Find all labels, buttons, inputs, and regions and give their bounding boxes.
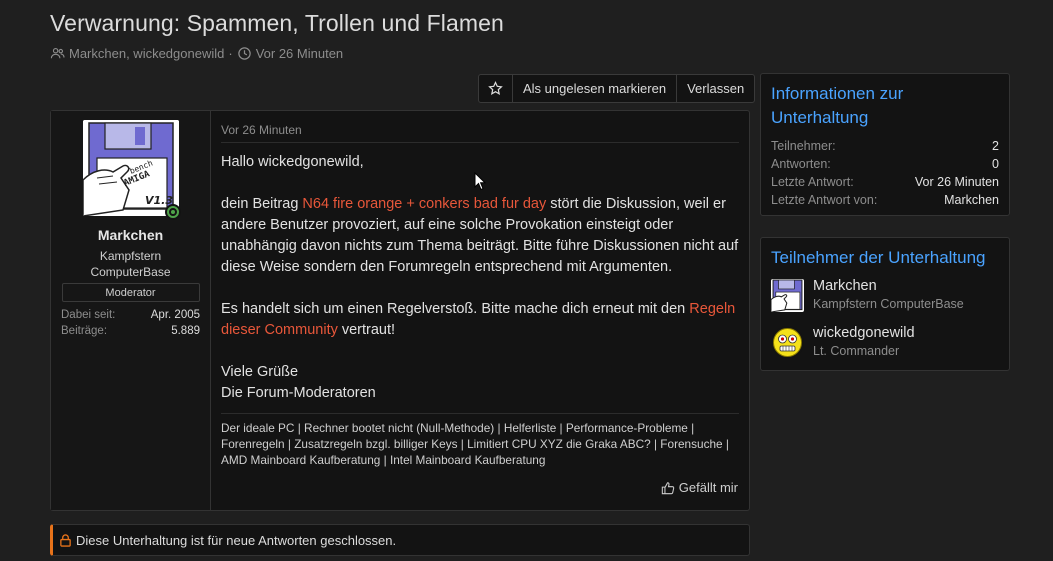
thumbs-up-icon — [661, 481, 675, 494]
info-block-title: Informationen zur Unterhaltung — [771, 84, 904, 127]
signature[interactable]: Der ideale PC | Rechner bootet nicht (Nu… — [221, 413, 739, 468]
author-name[interactable]: Markchen — [98, 227, 163, 243]
mark-unread-button[interactable]: Als ungelesen markieren — [513, 75, 678, 102]
participant-avatar[interactable] — [771, 279, 804, 312]
participant-item: wickedgonewild Lt. Commander — [771, 323, 999, 360]
paragraph-2: Es handelt sich um einen Regelverstoß. B… — [221, 301, 736, 338]
joined-value: Apr. 2005 — [150, 309, 200, 321]
author-stats: Dabei seit: Apr. 2005 Beiträge: 5.889 — [61, 307, 200, 339]
author-avatar[interactable]: bench AMIGA V1.3 — [82, 120, 181, 220]
avatar: bench AMIGA V1.3 — [82, 120, 179, 216]
like-button[interactable]: Gefällt mir — [661, 480, 738, 495]
lock-icon — [60, 533, 71, 547]
message-content: Vor 26 Minuten Hallo wickedgonewild, dei… — [211, 111, 749, 510]
page-title: Verwarnung: Spammen, Trollen und Flamen — [50, 10, 504, 36]
floppy-hand-icon: bench AMIGA V1.3 — [82, 120, 179, 216]
smiley-icon — [771, 326, 804, 359]
mouse-cursor-icon — [474, 172, 486, 191]
posts-value[interactable]: 5.889 — [171, 323, 200, 339]
locked-notice: Diese Unterhaltung ist für neue Antworte… — [50, 524, 750, 556]
sign-off: Viele Grüße Die Forum-Moderatoren — [221, 364, 376, 401]
clock-icon — [237, 47, 251, 60]
participant-avatar[interactable] — [771, 326, 804, 359]
watch-button[interactable] — [479, 75, 513, 102]
post-link[interactable]: N64 fire orange + conkers bad fur day — [302, 196, 546, 212]
star-icon — [488, 81, 503, 95]
thread-meta: Markchen, wickedgonewild · Vor 26 Minute… — [50, 46, 343, 61]
participant-item: Markchen Kampfstern ComputerBase — [771, 276, 999, 313]
participant-list: Markchen Kampfstern ComputerBase wickedg — [761, 270, 1009, 360]
joined-label: Dabei seit: — [61, 309, 116, 321]
greeting: Hallo wickedgonewild, — [221, 154, 364, 170]
participants-link[interactable]: Markchen, wickedgonewild — [69, 46, 224, 61]
author-title: Kampfstern ComputerBase — [90, 249, 171, 279]
participants-block: Teilnehmer der Unterhaltung Markchen Kam… — [760, 237, 1010, 371]
posts-label: Beiträge: — [61, 325, 108, 337]
floppy-hand-icon — [771, 279, 804, 312]
thread-time-link[interactable]: Vor 26 Minuten — [256, 46, 343, 61]
role-badge: Moderator — [61, 283, 200, 302]
last-reply-user[interactable]: Markchen — [944, 191, 999, 209]
message-user: bench AMIGA V1.3 Markchen Kampfstern Com… — [51, 111, 211, 510]
online-status-icon — [164, 204, 181, 220]
reply-count: 0 — [992, 157, 999, 171]
info-block: Informationen zur Unterhaltung Teilnehme… — [760, 73, 1010, 216]
message-post: bench AMIGA V1.3 Markchen Kampfstern Com… — [50, 110, 750, 511]
last-reply-time[interactable]: Vor 26 Minuten — [915, 173, 999, 191]
post-date[interactable]: Vor 26 Minuten — [221, 123, 739, 143]
participant-name[interactable]: wickedgonewild — [813, 323, 915, 343]
participant-count: 2 — [992, 139, 999, 153]
participant-title: Kampfstern ComputerBase — [813, 297, 964, 311]
participant-title: Lt. Commander — [813, 344, 900, 358]
info-rows: Teilnehmer: 2 Antworten: 0 Letzte Antwort:… — [771, 139, 999, 209]
leave-button[interactable]: Verlassen — [677, 75, 754, 102]
participant-name[interactable]: Markchen — [813, 276, 964, 296]
participants-block-title: Teilnehmer der Unterhaltung — [771, 248, 986, 267]
paragraph-1: dein Beitrag N64 fire orange + conkers b… — [221, 196, 739, 275]
thread-actions: Als ungelesen markieren Verlassen — [478, 74, 756, 103]
users-icon — [50, 47, 65, 59]
